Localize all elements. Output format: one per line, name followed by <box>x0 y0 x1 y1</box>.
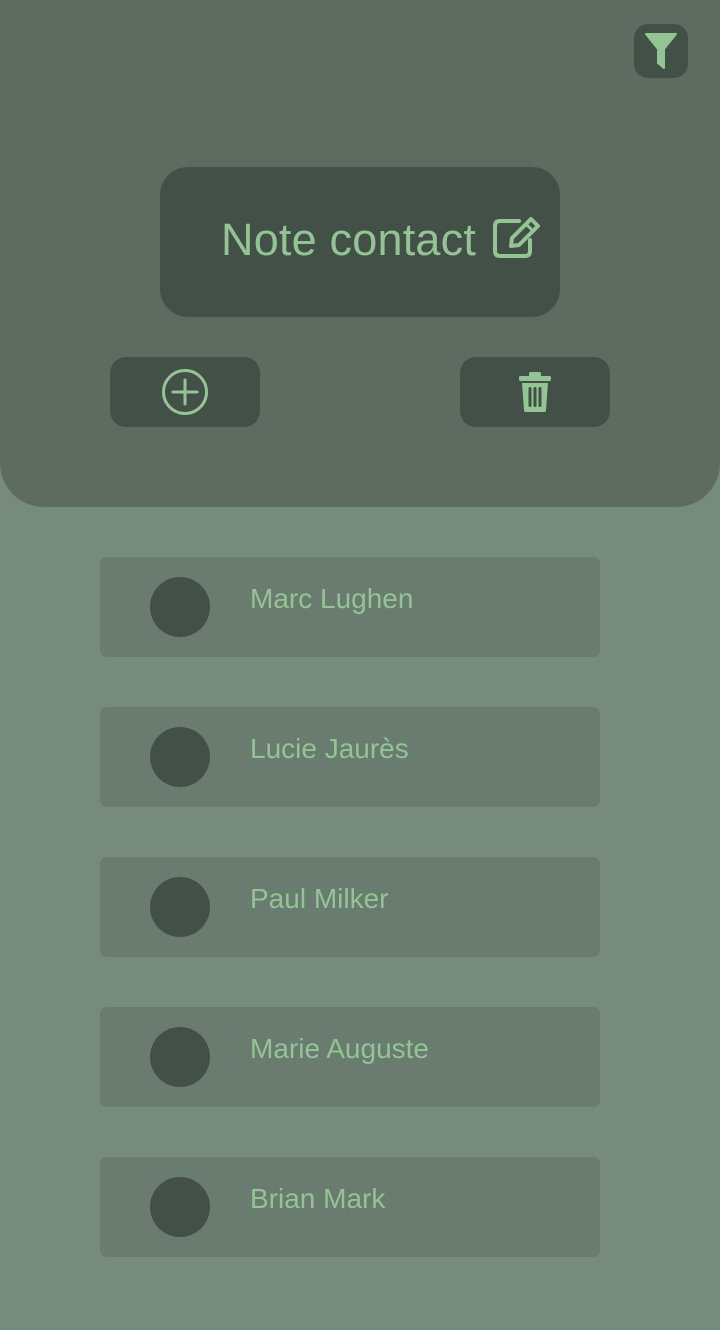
contact-name: Brian Mark <box>250 1183 386 1214</box>
avatar <box>150 577 210 637</box>
avatar <box>150 877 210 937</box>
contact-list-item[interactable]: Brian Mark <box>100 1157 600 1257</box>
avatar <box>150 727 210 787</box>
add-contact-button[interactable] <box>110 357 260 427</box>
delete-contact-button[interactable] <box>460 357 610 427</box>
contact-list-item[interactable]: Marie Auguste <box>100 1007 600 1107</box>
filter-icon <box>645 33 677 69</box>
contact-list-item[interactable]: Lucie Jaurès <box>100 707 600 807</box>
header-panel: Note contact <box>0 0 720 507</box>
avatar <box>150 1027 210 1087</box>
contact-list-item[interactable]: Paul Milker <box>100 857 600 957</box>
trash-icon <box>519 372 551 412</box>
add-circle-icon <box>162 369 208 415</box>
avatar <box>150 1177 210 1237</box>
filter-button[interactable] <box>634 24 688 78</box>
contact-name: Marie Auguste <box>250 1033 429 1064</box>
page-title: Note contact <box>221 214 477 265</box>
contact-name: Lucie Jaurès <box>250 733 409 764</box>
note-contact-title-button[interactable]: Note contact <box>160 167 560 317</box>
contact-name: Paul Milker <box>250 883 389 914</box>
edit-icon <box>493 217 540 258</box>
contact-name: Marc Lughen <box>250 583 414 614</box>
contact-list-item[interactable]: Marc Lughen <box>100 557 600 657</box>
